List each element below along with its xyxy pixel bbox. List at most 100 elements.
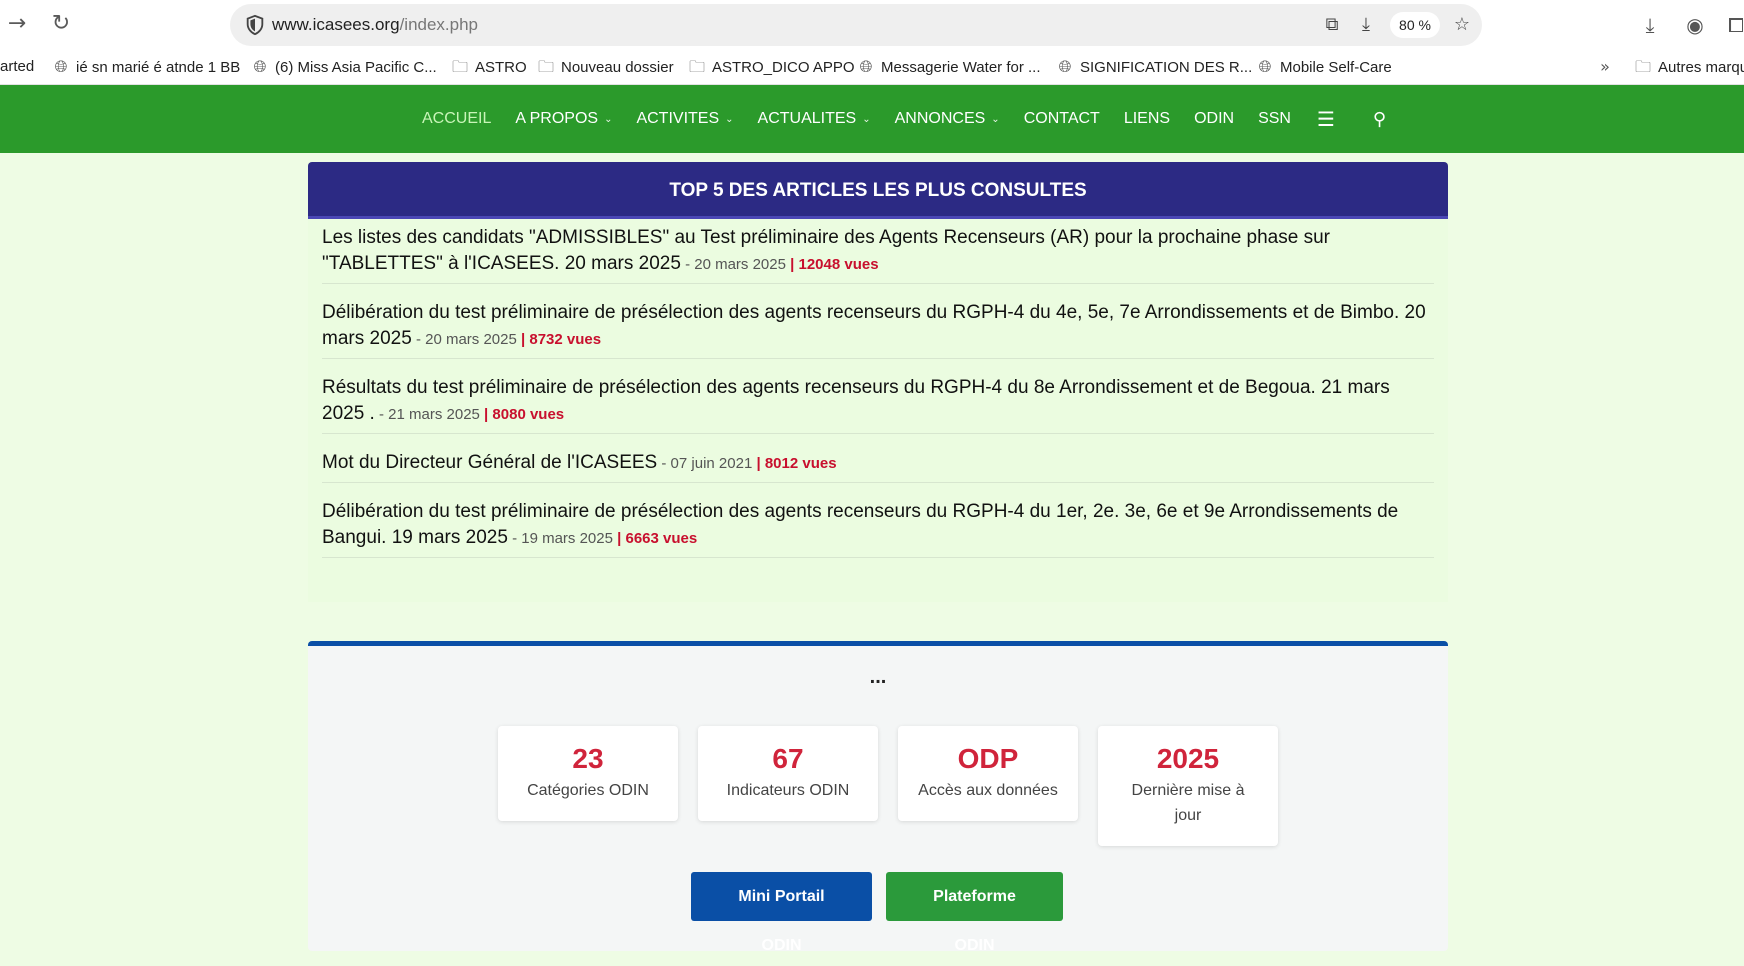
odin-stats-section: ... 23 Catégories ODIN 67 Indicateurs OD… bbox=[308, 641, 1448, 954]
chevron-down-icon: ⌄ bbox=[862, 113, 871, 125]
folder-icon: 🗀 bbox=[451, 57, 468, 76]
stat-label: Accès aux données bbox=[918, 782, 1058, 799]
stat-card-categories: 23 Catégories ODIN bbox=[498, 726, 678, 821]
article-views: | 12048 vues bbox=[785, 256, 879, 273]
globe-icon: 🌐︎ bbox=[253, 57, 267, 76]
bookmark-label: ié sn marié é atnde 1 BB bbox=[76, 58, 241, 76]
url-text[interactable]: www.icasees.org/index.php bbox=[272, 15, 478, 35]
bookmark-label: Autres marqu bbox=[1658, 58, 1744, 76]
article-list: Les listes des candidats "ADMISSIBLES" a… bbox=[308, 219, 1448, 558]
article-item: Les listes des candidats "ADMISSIBLES" a… bbox=[322, 219, 1434, 284]
globe-icon: 🌐︎ bbox=[859, 57, 873, 76]
nav-item-contact[interactable]: CONTACT bbox=[1012, 110, 1112, 128]
article-link[interactable]: Mot du Directeur Général de l'ICASEES bbox=[322, 452, 657, 473]
panel-title: TOP 5 DES ARTICLES LES PLUS CONSULTES bbox=[308, 162, 1448, 219]
bookmark-item[interactable]: 🌐︎ ié sn marié é atnde 1 BB bbox=[52, 57, 241, 76]
chevron-down-icon: ⌄ bbox=[991, 113, 1000, 125]
bookmark-item[interactable]: 🌐︎ SIGNIFICATION DES R... bbox=[1056, 57, 1253, 76]
forward-arrow-icon[interactable]: → bbox=[4, 11, 30, 37]
article-date: - 20 mars 2025 bbox=[680, 256, 786, 273]
hamburger-menu-icon[interactable]: ☰ bbox=[1303, 107, 1349, 131]
nav-menu: ACCUEIL A PROPOS ⌄ ACTIVITES ⌄ ACTUALITES ⌄… bbox=[410, 85, 1410, 153]
article-views: | 8012 vues bbox=[752, 455, 837, 472]
bookmark-item[interactable]: 🌐︎ Messagerie Water for ... bbox=[857, 58, 1041, 76]
bookmark-label: ASTRO_DICO APPO bbox=[712, 58, 855, 76]
bookmark-item[interactable]: 🌐︎ (6) Miss Asia Pacific C... bbox=[251, 58, 437, 76]
stat-card-odp: ODP Accès aux données bbox=[898, 726, 1078, 821]
nav-item-actualites[interactable]: ACTUALITES ⌄ bbox=[746, 110, 883, 128]
stat-value: 67 bbox=[772, 743, 804, 774]
picture-in-picture-icon[interactable]: ⧉ bbox=[1320, 14, 1344, 36]
bookmark-star-icon[interactable]: ☆ bbox=[1450, 14, 1474, 36]
stat-cards: 23 Catégories ODIN 67 Indicateurs ODIN O… bbox=[498, 726, 1278, 846]
stat-card-derniere-mise-a-jour: 2025 Dernière mise à jour bbox=[1098, 726, 1278, 846]
article-views: | 6663 vues bbox=[612, 530, 698, 547]
nav-label: A PROPOS bbox=[515, 110, 599, 127]
bookmark-label: SIGNIFICATION DES R... bbox=[1080, 58, 1253, 76]
article-date: - 19 mars 2025 bbox=[507, 530, 613, 547]
globe-icon: 🌐︎ bbox=[54, 57, 68, 76]
bookmark-label: arted bbox=[0, 58, 35, 75]
downloads-icon[interactable]: ⤓ bbox=[1636, 11, 1664, 39]
folder-icon: 🗀 bbox=[537, 57, 554, 76]
article-item: Résultats du test préliminaire de présél… bbox=[322, 369, 1434, 434]
nav-item-ssn[interactable]: SSN bbox=[1246, 110, 1303, 128]
globe-icon: 🌐︎ bbox=[1058, 57, 1072, 76]
address-bar[interactable]: www.icasees.org/index.php ⧉ ⤓ 80 % ☆ bbox=[230, 4, 1482, 46]
article-item: Délibération du test préliminaire de pré… bbox=[322, 294, 1434, 359]
nav-label: SSN bbox=[1258, 110, 1291, 127]
chevron-down-icon: ⌄ bbox=[725, 113, 734, 125]
bookmark-item[interactable]: 🗀 ASTRO bbox=[451, 58, 527, 76]
folder-icon: 🗀 bbox=[688, 57, 705, 76]
bookmark-label: ASTRO bbox=[475, 58, 527, 76]
shield-icon[interactable] bbox=[244, 14, 266, 36]
bookmark-label: (6) Miss Asia Pacific C... bbox=[275, 58, 437, 76]
article-item: Mot du Directeur Général de l'ICASEES - … bbox=[322, 444, 1434, 483]
zoom-level-badge[interactable]: 80 % bbox=[1390, 12, 1440, 38]
search-icon[interactable]: ⚲ bbox=[1349, 109, 1410, 130]
stat-value: 2025 bbox=[1156, 743, 1220, 774]
article-date: - 20 mars 2025 bbox=[411, 331, 517, 348]
odin-buttons: Mini Portail ODIN Plateforme ODIN bbox=[691, 872, 1063, 954]
stat-label: Dernière mise à jour bbox=[1131, 782, 1245, 824]
nav-label: CONTACT bbox=[1023, 110, 1100, 127]
account-icon[interactable]: ◉ bbox=[1681, 11, 1709, 39]
reload-icon[interactable]: ↻ bbox=[48, 11, 74, 37]
stat-card-indicateurs: 67 Indicateurs ODIN bbox=[698, 726, 878, 821]
extensions-icon[interactable]: ⧠ bbox=[1722, 11, 1744, 39]
chevron-down-icon: ⌄ bbox=[604, 113, 613, 125]
nav-item-annonces[interactable]: ANNONCES ⌄ bbox=[883, 110, 1012, 128]
bookmark-item[interactable]: 🌐︎ Mobile Self-Care bbox=[1256, 58, 1392, 76]
bookmark-label: Nouveau dossier bbox=[561, 58, 674, 76]
article-date: - 21 mars 2025 bbox=[374, 406, 480, 423]
article-views: | 8732 vues bbox=[516, 331, 602, 348]
bookmarks-bar: arted 🌐︎ ié sn marié é atnde 1 BB 🌐︎ (6) M… bbox=[0, 50, 1744, 85]
bookmark-label: Mobile Self-Care bbox=[1280, 58, 1392, 76]
article-item: Délibération du test préliminaire de pré… bbox=[322, 493, 1434, 558]
browser-toolbar: → ↻ www.icasees.org/index.php ⧉ ⤓ 80 % ☆… bbox=[0, 0, 1744, 50]
stat-value: 23 bbox=[572, 743, 604, 774]
nav-item-odin[interactable]: ODIN bbox=[1182, 110, 1246, 128]
nav-item-liens[interactable]: LIENS bbox=[1112, 110, 1182, 128]
mini-portail-odin-button[interactable]: Mini Portail ODIN bbox=[691, 872, 872, 954]
bookmark-label: Messagerie Water for ... bbox=[881, 58, 1041, 76]
bookmark-item[interactable]: 🗀 ASTRO_DICO APPO bbox=[688, 58, 855, 76]
nav-item-accueil[interactable]: ACCUEIL bbox=[410, 110, 503, 128]
article-date: - 07 juin 2021 bbox=[657, 455, 753, 472]
more-bookmarks-chevron-icon[interactable]: » bbox=[1596, 58, 1614, 76]
plateforme-odin-button[interactable]: Plateforme ODIN bbox=[886, 872, 1063, 954]
article-link[interactable]: Délibération du test préliminaire de pré… bbox=[322, 501, 1398, 548]
nav-item-a-propos[interactable]: A PROPOS ⌄ bbox=[503, 110, 624, 128]
top5-articles-panel: TOP 5 DES ARTICLES LES PLUS CONSULTES Le… bbox=[308, 162, 1448, 602]
nav-item-activites[interactable]: ACTIVITES ⌄ bbox=[624, 110, 745, 128]
save-page-icon[interactable]: ⤓ bbox=[1354, 14, 1378, 36]
stat-label: Catégories ODIN bbox=[527, 782, 649, 799]
site-navigation: ACCUEIL A PROPOS ⌄ ACTIVITES ⌄ ACTUALITES ⌄… bbox=[0, 85, 1744, 153]
bookmark-item[interactable]: 🗀 Nouveau dossier bbox=[537, 58, 674, 76]
bookmark-item[interactable]: arted bbox=[0, 58, 34, 75]
stat-value: ODP bbox=[957, 743, 1019, 774]
folder-icon: 🗀 bbox=[1634, 57, 1651, 76]
nav-label: ODIN bbox=[1194, 110, 1235, 127]
bookmark-item[interactable]: 🗀 Autres marqu bbox=[1634, 58, 1744, 76]
url-host: www.icasees.org bbox=[272, 15, 400, 34]
